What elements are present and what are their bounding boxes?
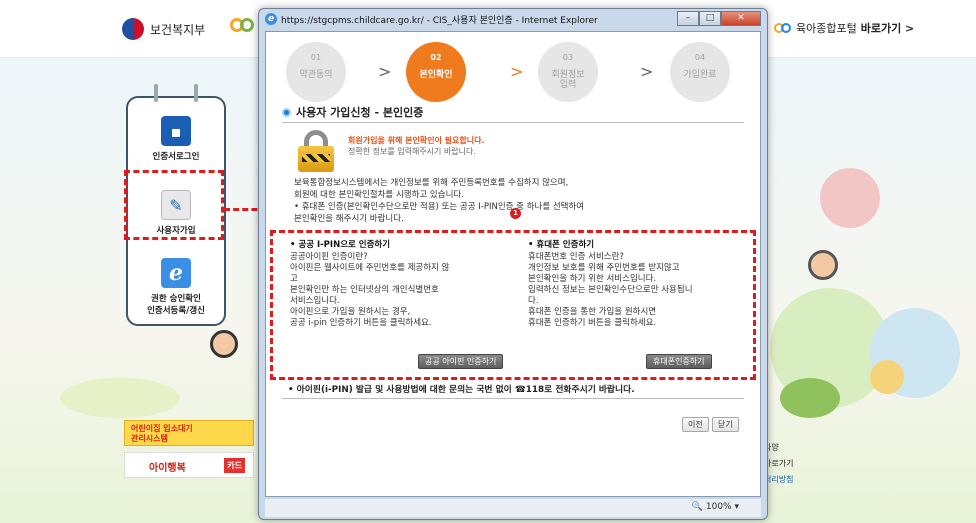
step-1-number: 01 <box>310 53 322 62</box>
floppy-disk-icon: ▪ <box>161 116 191 146</box>
step-3-number: 03 <box>562 53 574 62</box>
child-illustration <box>870 360 904 394</box>
bullet-icon <box>282 107 291 117</box>
phone-title: • 휴대폰 인증하기 <box>528 240 595 250</box>
ipin-auth-section: • 공공 I-PIN으로 인증하기 공공아이핀 인증이란? 아이핀은 웹사이트에… <box>290 240 500 329</box>
divider <box>282 398 744 399</box>
daycare-waitlist-banner[interactable]: 어린이집 입소대기 관리시스템 <box>124 420 254 446</box>
ihaengbok-card-banner[interactable]: 아이행복 카드 <box>124 452 254 478</box>
inquiry-notice: • 아이핀(i-PIN) 발급 및 사용방법에 대한 문의는 국번 없이 ☎11… <box>288 385 635 395</box>
close-button[interactable]: 닫기 <box>712 417 739 432</box>
portal-link-label: 바로가기 > <box>860 22 915 35</box>
maximize-button[interactable]: □ <box>699 11 721 26</box>
step-4-number: 04 <box>694 53 706 62</box>
footer-link-shortcut[interactable]: 바로가기 <box>764 456 793 472</box>
child-illustration <box>808 250 838 280</box>
ipin-line: 본인확인만 하는 인터넷상의 개인식별번호 <box>290 285 439 295</box>
daycare-banner-line2: 관리시스템 <box>131 434 168 443</box>
zoom-level: 100% <box>705 502 732 512</box>
step-1-label: 약관동의 <box>299 70 333 80</box>
menu-cert-renew-label-2: 인증서등록/갱신 <box>147 306 205 316</box>
phone-line: 입력하신 정보는 본인확인수단으로만 사용됩니 <box>528 285 693 295</box>
description-line: • 휴대폰 인증(본인확인수단으로만 적용) 또는 공공 I-PIN인증 중 하… <box>294 202 585 212</box>
section-title-text: 사용자 가입신청 - 본인인증 <box>296 106 424 119</box>
phone-auth-section: • 휴대폰 인증하기 휴대폰번호 인증 서비스란? 개인정보 보호를 위해 주민… <box>528 240 738 329</box>
phone-line: 다. <box>528 296 539 306</box>
menu-cert-renew-label-1: 권한 승인확인 <box>151 294 201 304</box>
footer-links: 사양 바로가기 처리방침 <box>764 440 793 488</box>
ministry-emblem-icon <box>122 18 144 40</box>
phone-line: 본인확인을 하기 위한 서비스입니다. <box>528 274 657 284</box>
portal-link[interactable]: 육아종합포털 바로가기 > <box>774 20 914 36</box>
step-2: 02 본인확인 <box>406 42 466 102</box>
description-line: 보육통합정보시스템에서는 개인정보를 위해 주민등록번호를 수집하지 않으며, <box>294 178 569 188</box>
ipin-line: 고 <box>290 274 298 284</box>
footer-link-specs[interactable]: 사양 <box>764 440 793 456</box>
ie-popup-window: e https://stgcpms.childcare.go.kr/ - CIS… <box>258 8 768 520</box>
page-content: 01 약관동의 > 02 본인확인 > 03 회원정보 입력 > 04 가입완료 … <box>265 31 761 497</box>
phone-line: 휴대폰 인증을 통한 가입을 원하시면 <box>528 307 657 317</box>
window-title: https://stgcpms.childcare.go.kr/ - CIS_사… <box>281 15 598 26</box>
minimize-button[interactable]: – <box>677 11 699 26</box>
phone-line: 휴대폰 인증하기 버튼을 클릭하세요. <box>528 318 657 328</box>
notice-subtext: 정확한 정보를 입력해주시기 바랍니다. <box>348 147 476 156</box>
step-4-label: 가입완료 <box>683 70 717 80</box>
ipin-line: 아이핀으로 가입을 원하시는 경우, <box>290 307 411 317</box>
ipin-auth-button[interactable]: 공공 아이핀 인증하기 <box>418 354 504 369</box>
childcare-logo-icon <box>230 18 258 32</box>
zoom-control[interactable]: 🔍 100% ▾ <box>692 502 739 512</box>
ipin-line: 아이핀은 웹사이트에 주민번호를 제공하지 않 <box>290 263 450 273</box>
card-badge: 카드 <box>224 458 245 473</box>
ministry-logo-group[interactable]: 보건복지부 <box>122 18 205 40</box>
close-window-button[interactable]: ✕ <box>721 11 761 26</box>
ministry-name: 보건복지부 <box>150 22 206 37</box>
status-bar: 🔍 100% ▾ <box>265 499 761 517</box>
portal-logo-icon <box>774 23 792 33</box>
padlock-icon <box>296 130 336 174</box>
internet-explorer-icon: e <box>265 13 277 25</box>
description-line: 회원에 대한 본인확인절차를 시행하고 있습니다. <box>294 190 464 200</box>
internet-explorer-icon: e <box>161 258 191 288</box>
step-3-label-line2: 입력 <box>559 80 577 90</box>
highlight-signup-menu <box>124 170 224 240</box>
step-3-label-line1: 회원정보 <box>551 70 585 80</box>
ipin-line: 공공 i-pin 인증하기 버튼을 클릭하세요. <box>290 318 432 328</box>
phone-auth-button[interactable]: 휴대폰인증하기 <box>646 354 712 369</box>
signup-steps: 01 약관동의 > 02 본인확인 > 03 회원정보 입력 > 04 가입완료 <box>266 32 760 104</box>
chevron-right-icon: > <box>378 62 392 81</box>
daycare-banner-line1: 어린이집 입소대기 <box>131 424 193 433</box>
window-titlebar[interactable]: e https://stgcpms.childcare.go.kr/ - CIS… <box>259 9 767 29</box>
ipin-line: 서비스입니다. <box>290 296 340 306</box>
step-2-label: 본인확인 <box>419 70 453 80</box>
notice-headline: 회원가입을 위해 본인확인이 필요합니다. <box>348 136 485 145</box>
chevron-right-icon: > <box>510 62 524 81</box>
menu-cert-renew[interactable]: e 권한 승인확인 인증서등록/갱신 <box>128 258 224 316</box>
description-text: 보육통합정보시스템에서는 개인정보를 위해 주민등록번호를 수집하지 않으며, … <box>294 177 714 225</box>
description-line: 본인확인을 해주시기 바랍니다. <box>294 214 404 224</box>
step-2-number: 02 <box>430 53 442 62</box>
portal-link-prefix: 육아종합포털 <box>796 22 857 35</box>
footer-link-privacy[interactable]: 처리방침 <box>764 472 793 488</box>
ihaengbok-label: 아이행복 <box>149 463 186 474</box>
prev-button[interactable]: 이전 <box>682 417 709 432</box>
menu-cert-login[interactable]: ▪ 인증서로그인 <box>128 116 224 162</box>
window-controls: – □ ✕ <box>677 11 761 26</box>
ipin-title: • 공공 I-PIN으로 인증하기 <box>290 240 391 250</box>
phone-line: 개인정보 보호를 위해 주민번호를 받지않고 <box>528 263 680 273</box>
section-title: 사용자 가입신청 - 본인인증 <box>282 104 423 120</box>
step-3: 03 회원정보 입력 <box>538 42 598 102</box>
divider <box>282 122 744 123</box>
ipin-line: 공공아이핀 인증이란? <box>290 252 368 262</box>
step-marker-badge: 1 <box>510 208 521 219</box>
step-4: 04 가입완료 <box>670 42 730 102</box>
step-1: 01 약관동의 <box>286 42 346 102</box>
phone-line: 휴대폰번호 인증 서비스란? <box>528 252 624 262</box>
chevron-right-icon: > <box>640 62 654 81</box>
menu-cert-login-label: 인증서로그인 <box>152 152 200 162</box>
step-3-label: 회원정보 입력 <box>538 70 598 90</box>
child-illustration <box>210 330 238 358</box>
